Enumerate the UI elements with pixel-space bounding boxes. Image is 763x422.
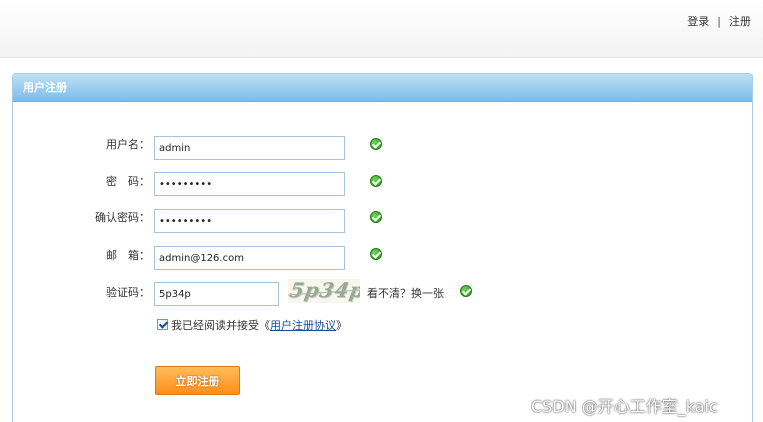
agreement-text: 我已经阅读并接受 bbox=[171, 319, 259, 332]
check-circle-icon bbox=[370, 175, 382, 187]
captcha-label: 验证码： bbox=[106, 286, 150, 299]
confirm-password-label: 确认密码： bbox=[95, 211, 150, 224]
login-link[interactable]: 登录 bbox=[687, 15, 709, 28]
captcha-image-text: 5p34p bbox=[288, 279, 360, 302]
submit-register-button[interactable]: 立即注册 bbox=[155, 366, 240, 395]
password-input[interactable] bbox=[154, 172, 345, 196]
username-input[interactable] bbox=[154, 136, 345, 160]
check-circle-icon bbox=[370, 248, 382, 260]
check-circle-icon bbox=[460, 285, 472, 297]
checkbox-checked-icon[interactable] bbox=[157, 319, 168, 330]
agreement-open-bracket: 《 bbox=[259, 319, 270, 332]
refresh-captcha-link[interactable]: 看不清？换一张 bbox=[367, 285, 444, 301]
top-links: 登录 | 注册 bbox=[687, 13, 751, 29]
top-links-separator: | bbox=[717, 15, 721, 28]
captcha-image[interactable]: 5p34p bbox=[288, 279, 360, 303]
email-label: 邮 箱： bbox=[106, 249, 150, 262]
confirm-password-input[interactable] bbox=[154, 209, 345, 233]
register-link[interactable]: 注册 bbox=[729, 15, 751, 28]
captcha-input[interactable] bbox=[154, 282, 279, 306]
check-circle-icon bbox=[370, 211, 382, 223]
panel-title: 用户注册 bbox=[13, 74, 752, 102]
top-bar: 登录 | 注册 bbox=[0, 0, 763, 58]
watermark-text: CSDN @开心工作室_kaic bbox=[531, 397, 718, 416]
password-label: 密 码： bbox=[106, 175, 150, 188]
check-circle-icon bbox=[370, 138, 382, 150]
username-label: 用户名： bbox=[106, 138, 150, 151]
agreement-row: 我已经阅读并接受《用户注册协议》 bbox=[157, 319, 347, 333]
email-input[interactable] bbox=[154, 246, 345, 270]
agreement-link[interactable]: 用户注册协议 bbox=[270, 319, 336, 332]
agreement-close-bracket: 》 bbox=[336, 319, 347, 332]
